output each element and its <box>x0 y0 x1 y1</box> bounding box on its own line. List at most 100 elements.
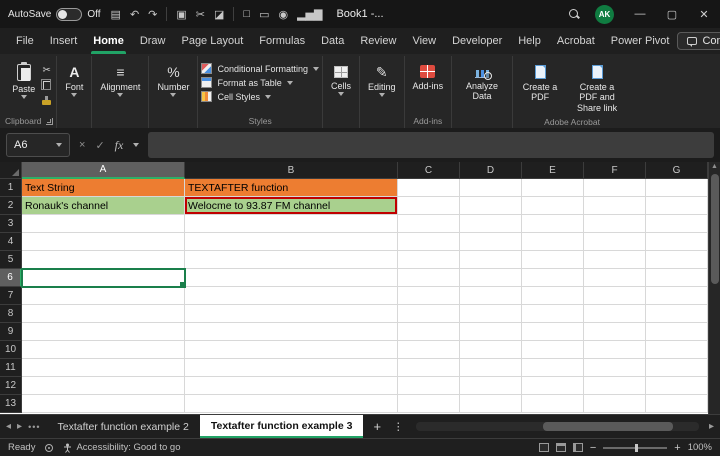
cell-F10[interactable] <box>584 341 646 359</box>
search-icon[interactable] <box>568 8 581 21</box>
menu-tab-insert[interactable]: Insert <box>42 28 86 54</box>
column-header-F[interactable]: F <box>584 162 646 179</box>
insert-function-icon[interactable]: fx <box>115 138 124 153</box>
cell-D7[interactable] <box>460 287 522 305</box>
row-header-2[interactable]: 2 <box>0 197 22 215</box>
cell-G9[interactable] <box>646 323 708 341</box>
new-sheet-button[interactable]: + <box>369 419 385 434</box>
cell-F6[interactable] <box>584 269 646 287</box>
cell-F4[interactable] <box>584 233 646 251</box>
cell-G1[interactable] <box>646 179 708 197</box>
number-button[interactable]: % Number <box>152 58 194 99</box>
sheet-overflow-icon[interactable]: ••• <box>28 422 40 432</box>
cell-E5[interactable] <box>522 251 584 269</box>
save-icon[interactable]: ▤ <box>111 8 121 21</box>
cell-D6[interactable] <box>460 269 522 287</box>
cell-C3[interactable] <box>398 215 460 233</box>
cell-E1[interactable] <box>522 179 584 197</box>
cell-A6[interactable] <box>22 269 185 287</box>
cell-C13[interactable] <box>398 395 460 413</box>
cell-B7[interactable] <box>185 287 398 305</box>
cell-G12[interactable] <box>646 377 708 395</box>
cell-A9[interactable] <box>22 323 185 341</box>
autosave-toggle[interactable]: AutoSave Off <box>8 8 101 21</box>
cell-D9[interactable] <box>460 323 522 341</box>
cell-A5[interactable] <box>22 251 185 269</box>
copy-icon[interactable]: ▣ <box>176 8 186 21</box>
cell-C8[interactable] <box>398 305 460 323</box>
menu-tab-acrobat[interactable]: Acrobat <box>549 28 603 54</box>
copy-button[interactable] <box>43 80 51 91</box>
cell-E13[interactable] <box>522 395 584 413</box>
cell-C11[interactable] <box>398 359 460 377</box>
cut-button[interactable]: ✂ <box>43 65 51 76</box>
menu-tab-home[interactable]: Home <box>85 28 132 54</box>
sheet-menu-icon[interactable]: ⋮ <box>391 421 406 433</box>
new-file-icon[interactable]: □ <box>243 8 250 20</box>
cell-D12[interactable] <box>460 377 522 395</box>
page-break-view-icon[interactable] <box>573 443 583 452</box>
cell-B12[interactable] <box>185 377 398 395</box>
cell-F7[interactable] <box>584 287 646 305</box>
cell-C5[interactable] <box>398 251 460 269</box>
prev-sheet-icon[interactable]: ◂ <box>6 421 11 432</box>
font-button[interactable]: A Font <box>60 58 88 99</box>
cells-button[interactable]: Cells <box>326 58 356 98</box>
cell-F3[interactable] <box>584 215 646 233</box>
menu-tab-draw[interactable]: Draw <box>132 28 174 54</box>
menu-tab-view[interactable]: View <box>404 28 444 54</box>
cell-D8[interactable] <box>460 305 522 323</box>
cell-B10[interactable] <box>185 341 398 359</box>
row-header-10[interactable]: 10 <box>0 341 22 359</box>
formula-input[interactable] <box>148 132 714 158</box>
menu-tab-help[interactable]: Help <box>510 28 549 54</box>
analyze-data-button[interactable]: Analyze Data <box>455 58 509 104</box>
cell-F5[interactable] <box>584 251 646 269</box>
sheet-tab-textafter-function-example-3[interactable]: Textafter function example 3 <box>200 415 364 438</box>
row-header-5[interactable]: 5 <box>0 251 22 269</box>
menu-tab-page-layout[interactable]: Page Layout <box>173 28 251 54</box>
sheet-tab-textafter-function-example-2[interactable]: Textafter function example 2 <box>47 415 200 438</box>
menu-tab-file[interactable]: File <box>8 28 42 54</box>
cell-A1[interactable]: Text String <box>22 179 185 197</box>
cell-B5[interactable] <box>185 251 398 269</box>
row-header-7[interactable]: 7 <box>0 287 22 305</box>
cell-C1[interactable] <box>398 179 460 197</box>
cell-G4[interactable] <box>646 233 708 251</box>
cell-C6[interactable] <box>398 269 460 287</box>
macro-record-icon[interactable] <box>45 444 53 452</box>
cell-E4[interactable] <box>522 233 584 251</box>
row-header-4[interactable]: 4 <box>0 233 22 251</box>
chart-icon[interactable]: ▂▅▇ <box>297 8 322 21</box>
cell-B11[interactable] <box>185 359 398 377</box>
conditional-formatting-button[interactable]: Conditional Formatting <box>201 63 319 74</box>
menu-tab-formulas[interactable]: Formulas <box>251 28 313 54</box>
vertical-scroll-thumb[interactable] <box>711 174 719 284</box>
row-header-3[interactable]: 3 <box>0 215 22 233</box>
cell-F13[interactable] <box>584 395 646 413</box>
cell-F9[interactable] <box>584 323 646 341</box>
cell-F1[interactable] <box>584 179 646 197</box>
cell-D5[interactable] <box>460 251 522 269</box>
select-all-corner[interactable] <box>0 162 22 179</box>
vertical-scrollbar[interactable]: ▲ <box>708 162 720 414</box>
cell-D1[interactable] <box>460 179 522 197</box>
scroll-right-icon[interactable]: ▸ <box>709 421 714 432</box>
horizontal-scrollbar[interactable] <box>416 422 699 431</box>
cell-C9[interactable] <box>398 323 460 341</box>
cell-F8[interactable] <box>584 305 646 323</box>
row-header-11[interactable]: 11 <box>0 359 22 377</box>
column-header-E[interactable]: E <box>522 162 584 179</box>
confirm-entry-icon[interactable]: ✓ <box>95 139 104 152</box>
cell-B8[interactable] <box>185 305 398 323</box>
cell-C4[interactable] <box>398 233 460 251</box>
cell-D11[interactable] <box>460 359 522 377</box>
cell-B4[interactable] <box>185 233 398 251</box>
close-button[interactable]: ✕ <box>688 0 720 28</box>
cell-G6[interactable] <box>646 269 708 287</box>
page-layout-view-icon[interactable] <box>556 443 566 452</box>
scroll-up-icon[interactable]: ▲ <box>711 162 718 172</box>
maximize-button[interactable]: ▢ <box>656 0 688 28</box>
menu-tab-review[interactable]: Review <box>352 28 404 54</box>
column-header-D[interactable]: D <box>460 162 522 179</box>
